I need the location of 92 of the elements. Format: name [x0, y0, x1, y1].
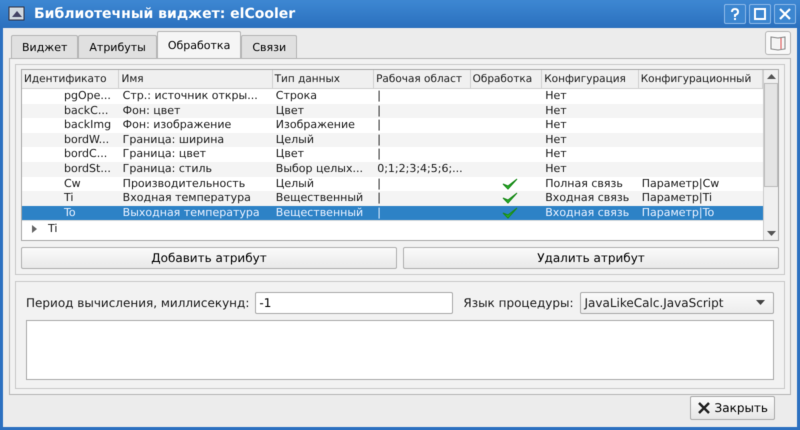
scroll-down-icon[interactable]: [766, 231, 776, 237]
help-button[interactable]: [724, 4, 746, 24]
table-cell: Полная связь: [545, 176, 623, 190]
table-row[interactable]: bordW... Граница: ширина Целый | Нет: [22, 132, 763, 148]
table-cell: Выходная температура: [122, 206, 260, 219]
book-icon: [769, 35, 787, 51]
column-header[interactable]: Идентификато: [22, 70, 120, 88]
close-icon: [779, 8, 791, 20]
table-row[interactable]: Cw Производительность Целый | Полная связь Параметр|Cw: [22, 176, 763, 192]
table-row[interactable]: Ti Входная температура Вещественный | Входная связь Параметр|Ti: [22, 191, 763, 206]
close-button[interactable]: [774, 4, 796, 24]
column-header[interactable]: Тип данных: [272, 70, 374, 88]
table-cell: Cw: [64, 176, 81, 190]
table-cell: Цвет: [276, 147, 304, 160]
table-cell: Вещественный: [276, 206, 364, 219]
table-cell: pgOpe...: [64, 89, 111, 102]
table-cell: Граница: цвет: [122, 147, 206, 160]
procedure-editor[interactable]: [26, 320, 774, 380]
table-cell: Нет: [545, 147, 567, 160]
table-cell: Параметр|Cw: [642, 176, 720, 190]
table-cell: Ti: [64, 191, 74, 204]
language-label: Язык процедуры:: [463, 296, 574, 310]
table-cell: |: [377, 147, 381, 160]
tab[interactable]: Виджет: [11, 35, 78, 58]
delete-attribute-button[interactable]: Удалить атрибут: [403, 247, 779, 269]
table-cell: |: [377, 206, 381, 219]
table-cell: Целый: [276, 132, 314, 146]
table-cell: Вещественный: [276, 191, 364, 204]
table-cell: Параметр|Ti: [642, 191, 712, 204]
table-cell: 0;1;2;3;4;5;6;...: [377, 162, 463, 175]
close-dialog-button[interactable]: Закрыть: [690, 396, 775, 420]
table-row[interactable]: bordC... Граница: цвет Цвет | Нет: [22, 147, 763, 162]
language-dropdown[interactable]: JavaLikeCalc.JavaScript: [580, 292, 774, 314]
table-cell: Фон: изображение: [122, 118, 232, 132]
table-cell: Граница: ширина: [122, 132, 224, 146]
table-row[interactable]: pgOpe... Стр.: источник откры... Строка | Нет: [22, 89, 763, 104]
table-cell: backC...: [64, 104, 108, 117]
expand-arrow-icon[interactable]: [30, 224, 38, 233]
table-cell: |: [377, 176, 381, 190]
table-cell: Входная температура: [122, 191, 251, 204]
table-cell: |: [377, 132, 381, 146]
table-cell: Нет: [545, 118, 567, 132]
tree-item[interactable]: Ti: [48, 222, 58, 236]
add-attribute-button[interactable]: Добавить атрибут: [21, 247, 397, 269]
table-cell: To: [64, 206, 76, 219]
scrollbar[interactable]: [763, 70, 778, 240]
table-cell: Стр.: источник откры...: [122, 89, 258, 102]
table-cell: bordSt...: [64, 162, 111, 175]
table-cell: Фон: цвет: [122, 104, 180, 117]
table-row[interactable]: To Выходная температура Вещественный | Входная связь Параметр|To: [22, 206, 763, 220]
maximize-icon: [754, 8, 766, 20]
table-cell: bordW...: [64, 132, 110, 146]
table-cell: Изображение: [276, 118, 355, 132]
tab[interactable]: Связи: [241, 35, 298, 58]
table-cell: Нет: [545, 104, 567, 117]
table-row[interactable]: backImg Фон: изображение Изображение | Нет: [22, 118, 763, 133]
maximize-button[interactable]: [749, 4, 771, 24]
column-header[interactable]: Конфигурация: [542, 70, 639, 88]
caret-icon: [756, 300, 765, 306]
table-cell: Производительность: [122, 176, 246, 190]
scroll-up-icon[interactable]: [766, 73, 776, 79]
table-cell: Нет: [545, 162, 567, 175]
help-icon: [730, 8, 740, 20]
close-icon: [696, 401, 711, 415]
table-cell: |: [377, 191, 381, 204]
table-cell: Выбор целых...: [276, 162, 363, 175]
table-cell: Целый: [276, 176, 314, 190]
tab[interactable]: Атрибуты: [78, 35, 157, 58]
table-cell: Цвет: [276, 104, 304, 117]
column-header[interactable]: Обработка: [470, 70, 542, 88]
period-field[interactable]: -1: [255, 292, 454, 314]
table-cell: Строка: [276, 89, 317, 102]
table-cell: Входная связь: [545, 206, 630, 219]
window-title: Библиотечный виджет: elCooler: [34, 6, 296, 22]
table-cell: |: [377, 104, 381, 117]
table-row[interactable]: bordSt... Граница: стиль Выбор целых... 0;1;2;3;4;5;6;... Нет: [22, 162, 763, 177]
column-header[interactable]: Рабочая област: [374, 70, 471, 88]
book-button[interactable]: [765, 31, 791, 55]
column-header[interactable]: Имя: [119, 70, 273, 88]
table-row[interactable]: backC... Фон: цвет Цвет | Нет: [22, 104, 763, 118]
table-cell: Граница: стиль: [122, 162, 212, 175]
table-cell: backImg: [64, 118, 112, 132]
tab[interactable]: Обработка: [156, 31, 242, 58]
table-cell: Нет: [545, 132, 567, 146]
table-cell: bordC...: [64, 147, 108, 160]
table-cell: |: [377, 118, 381, 132]
period-label: Период вычисления, миллисекунд:: [26, 296, 250, 310]
table-cell: Нет: [545, 89, 567, 102]
table-cell: |: [377, 89, 381, 102]
table-cell: Входная связь: [545, 191, 630, 204]
app-icon: [8, 5, 26, 23]
table-cell: Параметр|To: [642, 206, 714, 219]
